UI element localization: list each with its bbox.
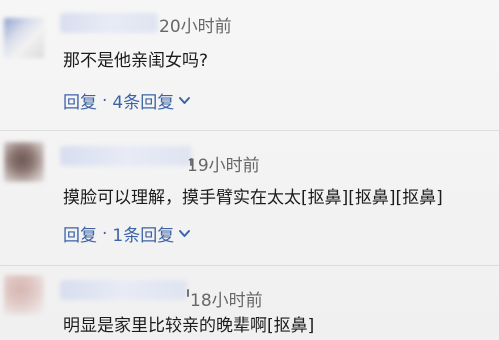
avatar[interactable] xyxy=(4,18,44,58)
view-replies-button[interactable]: 4条回复 xyxy=(112,88,192,113)
reply-button[interactable]: 回复 xyxy=(63,221,97,246)
divider xyxy=(0,130,499,131)
chevron-down-icon xyxy=(177,226,192,241)
reply-row: 回复 · 1条回复 xyxy=(63,221,192,246)
comment-time: 20小时前 xyxy=(159,17,232,37)
separator-dot: · xyxy=(102,223,108,244)
avatar[interactable] xyxy=(4,142,44,182)
separator-dot: · xyxy=(102,90,108,111)
comment-text: 摸脸可以理解，摸手臂实在太太[抠鼻][抠鼻][抠鼻] xyxy=(63,188,443,208)
comment-text: 明显是家里比较亲的晚辈啊[抠鼻] xyxy=(63,316,315,336)
comment-screen: 20小时前 那不是他亲闺女吗? 回复 · 4条回复 19小时前 摸脸可以理解，摸… xyxy=(0,0,499,340)
avatar[interactable] xyxy=(4,275,44,315)
divider xyxy=(0,265,499,266)
reply-row: 回复 · 4条回复 xyxy=(63,88,192,113)
blurred-username[interactable] xyxy=(60,146,192,166)
reply-count-label: 1条回复 xyxy=(112,226,175,246)
blurred-username[interactable] xyxy=(60,280,187,300)
blurred-username[interactable] xyxy=(60,13,158,33)
chevron-down-icon xyxy=(177,93,192,108)
view-replies-button[interactable]: 1条回复 xyxy=(112,221,192,246)
reply-button[interactable]: 回复 xyxy=(63,88,97,113)
separator-mark xyxy=(187,289,189,297)
comment-text: 那不是他亲闺女吗? xyxy=(63,51,209,71)
reply-count-label: 4条回复 xyxy=(112,93,175,113)
comment-time: 19小时前 xyxy=(187,156,260,176)
comment-time: 18小时前 xyxy=(190,291,263,311)
